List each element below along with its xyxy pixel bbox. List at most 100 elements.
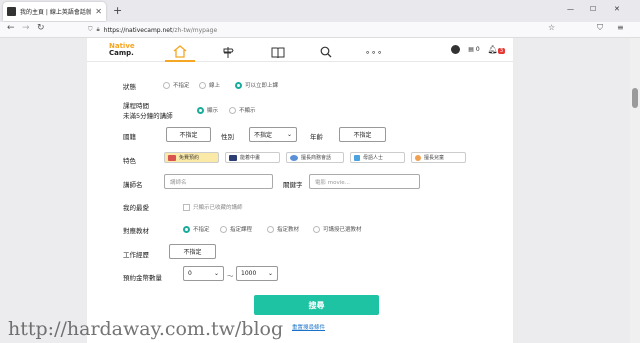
scrollbar[interactable]: [630, 38, 640, 343]
radio-label: 不顯示: [239, 108, 256, 114]
coin-icon: ▤: [468, 46, 474, 53]
age-button[interactable]: 不指定: [339, 127, 386, 142]
radio-label: 指定課程: [230, 227, 253, 233]
feature-kids[interactable]: 擅長兒童: [411, 152, 466, 163]
radio-checked-icon: [197, 106, 204, 114]
feature-business[interactable]: 擅長商務會話: [286, 152, 344, 163]
status-option-online[interactable]: 線上: [199, 81, 220, 89]
url-path: /zh-tw/mypage: [172, 26, 218, 34]
nav-textbook[interactable]: [263, 42, 293, 62]
timing-option-hide[interactable]: 不顯示: [229, 106, 256, 114]
maximize-icon[interactable]: ☐: [590, 5, 596, 13]
feature-free-booking[interactable]: 免費預約: [164, 152, 219, 163]
gender-label: 性別: [221, 133, 234, 141]
feature-native[interactable]: 母語人士: [350, 152, 405, 163]
teacher-name-input[interactable]: 講師名: [164, 174, 273, 189]
chevron-down-icon: ⌄: [213, 270, 219, 277]
experience-label: 工作經歷: [123, 251, 149, 259]
keyword-label: 關鍵字: [283, 181, 303, 189]
feature-label: 母語人士: [363, 155, 384, 161]
home-icon: [173, 44, 187, 58]
avatar[interactable]: [451, 45, 461, 54]
bookmark-star-icon[interactable]: ☆: [548, 23, 555, 32]
chat-icon: [290, 154, 298, 161]
coins-min-select[interactable]: 0 ⌄: [183, 266, 224, 281]
nationality-value: 不指定: [179, 132, 198, 139]
radio-icon: [220, 225, 227, 233]
nav-search[interactable]: [311, 42, 341, 62]
nav-home[interactable]: [165, 42, 195, 62]
person-icon: [354, 154, 360, 161]
logo-line2: Camp.: [109, 49, 134, 57]
browser-tab[interactable]: 我的主頁 | 線上英語會話就用Ne ✕: [3, 2, 106, 21]
radio-label: 顯示: [207, 108, 219, 114]
timing-label-1: 課程時間: [123, 102, 149, 110]
keyword-input[interactable]: 電影 movie...: [309, 174, 420, 189]
site-logo[interactable]: Native Camp.: [109, 43, 135, 57]
signpost-icon: [223, 46, 234, 58]
radio-label: 不指定: [173, 83, 190, 89]
notification[interactable]: 🔔︎ 3: [488, 45, 505, 54]
feature-chinese[interactable]: 能着中畫: [225, 152, 280, 163]
radio-label: 指定教材: [277, 227, 300, 233]
nav-signpost[interactable]: [213, 42, 243, 62]
close-tab-icon[interactable]: ✕: [95, 7, 102, 16]
search-button[interactable]: 搜尋: [254, 295, 379, 315]
coin-counter[interactable]: ▤ 0: [468, 46, 479, 53]
material-option-course[interactable]: 指定課程: [220, 225, 252, 233]
address-bar[interactable]: ⛉ 🔒︎ https://nativecamp.net/zh-tw/mypage: [88, 24, 560, 36]
tab-title: 我的主頁 | 線上英語會話就用Ne: [20, 9, 92, 16]
nationality-label: 國籍: [123, 133, 136, 141]
radio-checked-icon: [235, 81, 242, 89]
material-option-any[interactable]: 不指定: [183, 225, 210, 233]
gender-value: 不指定: [254, 132, 273, 139]
pocket-icon[interactable]: ⛉: [597, 23, 603, 33]
search-card: Native Camp. ∘∘∘ ▤ 0 🔔︎ 3 狀態 不指定 線上 可以立即…: [87, 38, 513, 343]
status-option-now[interactable]: 可以立即上課: [235, 81, 278, 89]
coins-label: 預約金幣數量: [123, 274, 162, 282]
feature-label: 擅長兒童: [424, 155, 445, 161]
radio-label: 可以立即上課: [245, 83, 279, 89]
coins-max-select[interactable]: 1000 ⌄: [236, 266, 278, 281]
timing-label-2: 未滿5分鐘的講師: [123, 112, 173, 120]
age-value: 不指定: [353, 132, 372, 139]
scrollbar-thumb[interactable]: [632, 88, 638, 108]
site-header: Native Camp. ∘∘∘ ▤ 0 🔔︎ 3: [87, 38, 513, 62]
forward-icon[interactable]: →: [22, 23, 30, 33]
nationality-button[interactable]: 不指定: [166, 127, 211, 142]
favorites-label: 我的最愛: [123, 204, 149, 212]
back-icon[interactable]: ←: [7, 23, 15, 33]
book-icon: [271, 47, 285, 58]
material-option-selected[interactable]: 可講授已選教材: [313, 225, 362, 233]
radio-icon: [229, 106, 236, 114]
minimize-icon[interactable]: —: [567, 5, 574, 13]
keyword-placeholder: 電影 movie...: [315, 179, 350, 186]
timing-option-show[interactable]: 顯示: [197, 106, 218, 114]
radio-icon: [199, 81, 206, 89]
radio-icon: [267, 225, 274, 233]
material-option-textbook[interactable]: 指定教材: [267, 225, 299, 233]
radio-checked-icon: [183, 225, 190, 233]
notification-badge: 3: [497, 48, 505, 54]
reset-link[interactable]: 重置搜尋條件: [292, 323, 325, 331]
header-right: ▤ 0 🔔︎ 3: [451, 45, 505, 54]
favorites-option: 只顯示已收藏的講師: [193, 205, 243, 211]
feature-label: 擅長商務會話: [301, 155, 332, 161]
coins-min-value: 0: [188, 270, 192, 277]
chevron-down-icon: ⌄: [267, 270, 273, 277]
nav-more[interactable]: ∘∘∘: [359, 42, 389, 62]
favorites-checkbox[interactable]: 只顯示已收藏的講師: [183, 203, 243, 211]
new-tab-icon[interactable]: +: [113, 4, 122, 17]
radio-icon: [313, 225, 320, 233]
ticket-icon: [168, 154, 176, 161]
shield-icon: ⛉: [88, 26, 93, 33]
menu-icon[interactable]: ≡: [617, 23, 624, 32]
radio-label: 線上: [209, 83, 221, 89]
radio-label: 可講授已選教材: [323, 227, 362, 233]
page-viewport: Native Camp. ∘∘∘ ▤ 0 🔔︎ 3 狀態 不指定 線上 可以立即…: [0, 38, 630, 343]
status-option-any[interactable]: 不指定: [163, 81, 190, 89]
experience-button[interactable]: 不指定: [169, 244, 216, 259]
reload-icon[interactable]: ↻: [37, 23, 45, 33]
gender-select[interactable]: 不指定 ⌄: [249, 127, 297, 142]
window-close-icon[interactable]: ✕: [614, 5, 620, 13]
